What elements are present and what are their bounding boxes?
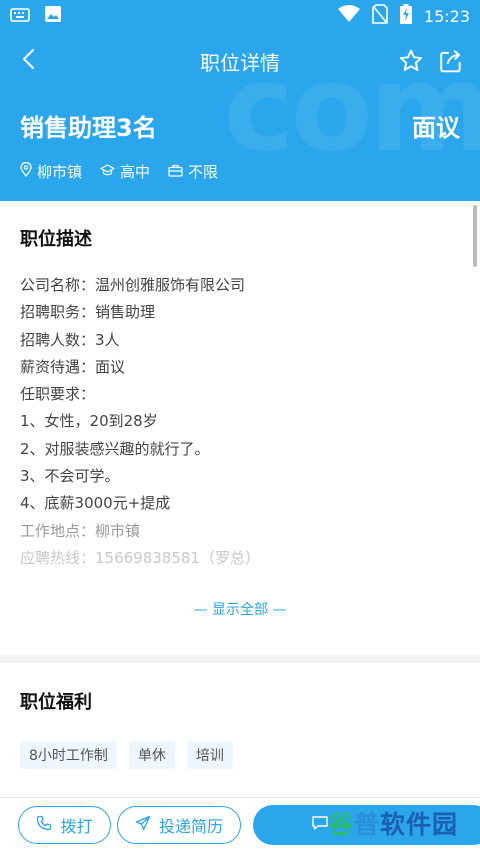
- description-line: 4、底薪3000元+提成: [20, 494, 171, 513]
- call-button-label: 拨打: [60, 817, 93, 836]
- favorite-star-icon[interactable]: [398, 48, 424, 78]
- description-line: 招聘人数：3人: [20, 330, 120, 349]
- benefit-tag: 8小时工作制: [20, 741, 117, 769]
- description-text: 公司名称：温州创雅服饰有限公司 招聘职务：销售助理 招聘人数：3人 薪资待遇：面…: [20, 272, 460, 572]
- apply-button-label: 投递简历: [158, 817, 223, 836]
- meta-education: 高中: [100, 161, 150, 182]
- scrollbar[interactable]: [473, 205, 477, 267]
- benefit-tag: 单休: [128, 741, 175, 769]
- meta-education-label: 高中: [120, 163, 151, 181]
- description-line: 公司名称：温州创雅服饰有限公司: [20, 276, 246, 294]
- status-time: 15:23: [423, 6, 470, 26]
- chat-bubble-icon: [311, 815, 329, 835]
- meta-location: 柳市镇: [20, 161, 82, 182]
- description-line: 招聘职务：销售助理: [20, 303, 156, 322]
- education-icon: [100, 163, 115, 181]
- description-line: 工作地点：柳市镇: [20, 521, 141, 540]
- wifi-icon: [337, 5, 360, 27]
- watermark-logo: 谷 普 软件园: [328, 806, 458, 840]
- section-title-benefits: 职位福利: [20, 692, 92, 713]
- job-meta: 柳市镇 高中 不限: [20, 161, 218, 182]
- benefits-card: [0, 663, 480, 797]
- benefit-tag: 培训: [186, 741, 233, 769]
- show-all-link[interactable]: — 显示全部 —: [0, 599, 480, 619]
- chevron-left-icon: [21, 48, 35, 74]
- send-icon: [135, 815, 151, 835]
- job-salary: 面议: [412, 114, 460, 142]
- keyboard-icon: [10, 7, 30, 26]
- watermark-logo-part: 普: [354, 810, 381, 839]
- meta-experience-label: 不限: [188, 163, 219, 181]
- apply-resume-button[interactable]: 投递简历: [117, 806, 241, 844]
- status-bar: 15:23: [0, 0, 480, 32]
- description-line: 2、对服装感兴趣的就行了。: [20, 439, 210, 458]
- back-button[interactable]: [14, 47, 42, 75]
- meta-location-label: 柳市镇: [37, 163, 83, 181]
- call-button[interactable]: 拨打: [18, 806, 111, 844]
- phone-icon: [36, 815, 52, 835]
- description-line: 薪资待遇：面议: [20, 357, 126, 376]
- nav-bar: 职位详情: [0, 38, 480, 84]
- no-sim-icon: [372, 4, 388, 28]
- section-title-description: 职位描述: [20, 229, 92, 250]
- watermark-logo-part: 软件园: [380, 810, 459, 839]
- briefcase-icon: [168, 163, 183, 181]
- job-header: com 15:23 职位详情 销售助理3名 面议 柳市镇 高中 不限: [0, 0, 480, 201]
- description-line: 3、不会可学。: [20, 467, 120, 486]
- description-line: 任职要求：: [20, 385, 96, 404]
- job-title: 销售助理3名: [20, 114, 157, 142]
- description-line: 应聘热线：15669838581（罗总）: [20, 548, 260, 567]
- benefit-tags: 8小时工作制 单休 培训: [20, 741, 233, 769]
- share-icon[interactable]: [438, 48, 464, 78]
- image-icon: [44, 5, 62, 27]
- watermark-logo-part: 谷: [328, 810, 355, 839]
- meta-experience: 不限: [168, 161, 218, 182]
- location-pin-icon: [20, 161, 32, 181]
- description-line: 1、女性，20到28岁: [20, 412, 158, 431]
- battery-charging-icon: [399, 4, 412, 28]
